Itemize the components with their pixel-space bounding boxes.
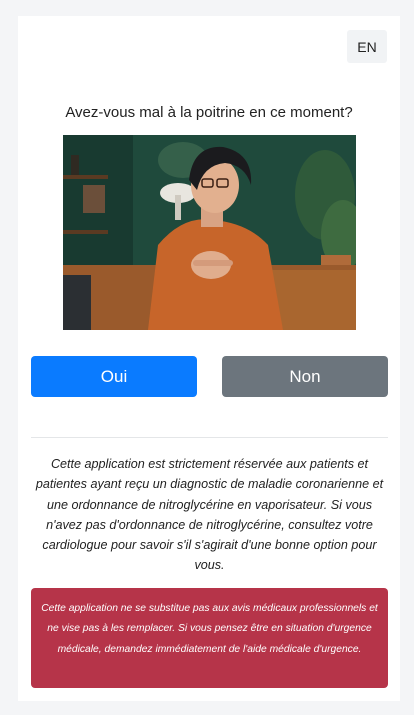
info-text: Cette application est strictement réserv… [35, 457, 384, 573]
question-heading: Avez-vous mal à la poitrine en ce moment… [65, 104, 353, 121]
divider [31, 437, 388, 438]
no-button[interactable]: Non [222, 356, 388, 397]
main-card: EN Avez-vous mal à la poitrine en ce mom… [18, 16, 400, 701]
medical-disclaimer-alert: Cette application ne se substitue pas au… [31, 588, 388, 688]
disclaimer-text: Cette application ne se substitue pas au… [41, 603, 378, 655]
language-button[interactable]: EN [347, 30, 387, 63]
woman-chest-pain-photo [63, 135, 356, 330]
yes-button[interactable]: Oui [31, 356, 197, 397]
